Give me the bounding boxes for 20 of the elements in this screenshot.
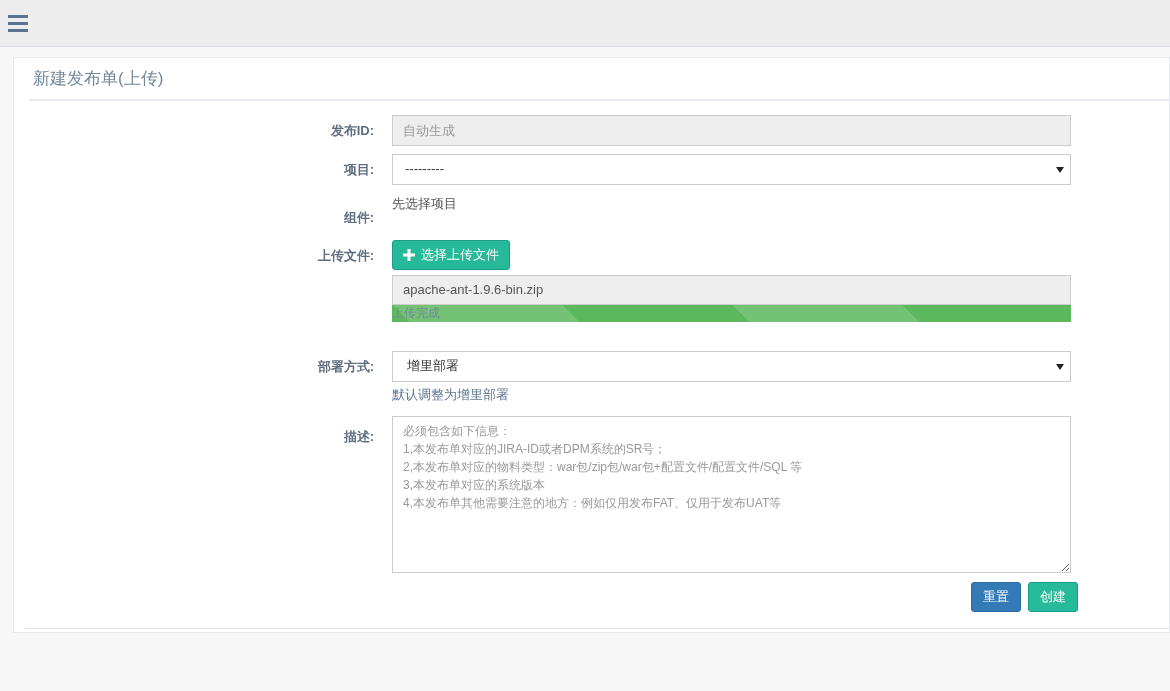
field-label: 部署方式: [317, 359, 374, 374]
plus-icon [403, 249, 415, 261]
reset-button[interactable]: 重置 [971, 582, 1021, 612]
deploy-mode-hint: 默认调整为增里部署 [392, 387, 509, 402]
menu-icon[interactable] [8, 14, 28, 32]
field-label: 发布ID: [330, 123, 374, 138]
field-label: 组件: [343, 210, 374, 225]
choose-file-button[interactable]: 选择上传文件 [392, 240, 510, 270]
project-select[interactable]: --------- [392, 153, 1071, 185]
deploy-mode-select[interactable]: 增里部署 [392, 350, 1071, 382]
component-hint: 先选择项目 [392, 195, 457, 213]
field-label: 上传文件: [317, 248, 374, 263]
description-field[interactable]: 必须包含如下信息： 1,本发布单对应的JIRA-ID或者DPM系统的SR号； 2,本发布单对应的物料类型：war包/zip包/war包+配置文件/配置文件/SQL 等 3,本发布单对应的系统版本 4,本发布单其他需要注意的地方：例如仅用发布FAT、仅用于发布UAT等 [392, 416, 1071, 573]
create-button[interactable]: 创建 [1028, 582, 1078, 612]
file-name-field: apache-ant-1.9.6-bin.zip [392, 275, 1071, 305]
field-label: 描述: [343, 429, 374, 444]
caret-icon [1056, 363, 1064, 370]
page-title: 新建发布单(上传) [33, 67, 164, 90]
caret-icon [1056, 166, 1064, 173]
field-label: 项目: [343, 162, 374, 177]
